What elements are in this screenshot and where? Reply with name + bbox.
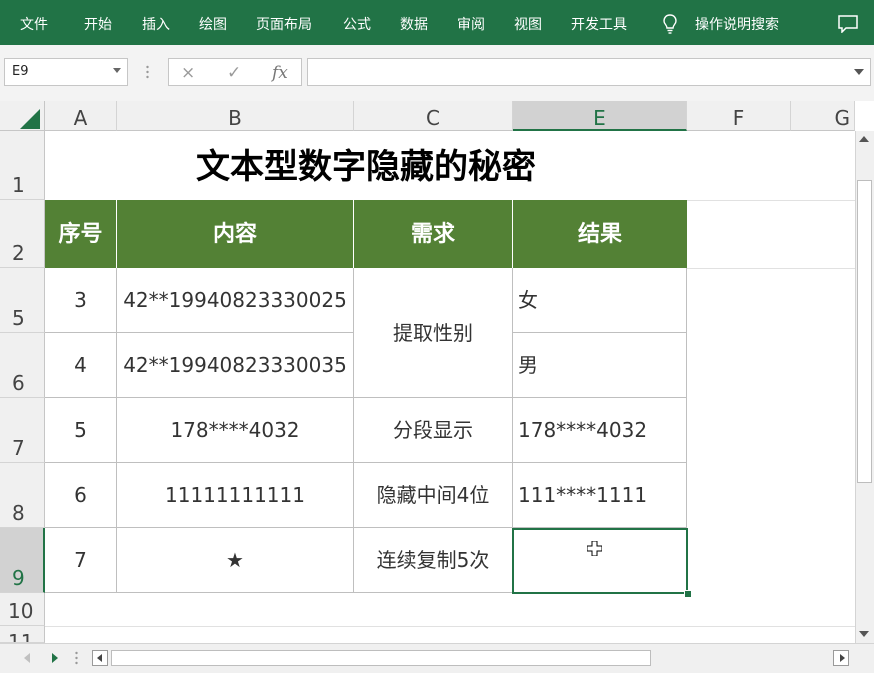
scroll-left-icon xyxy=(97,654,102,662)
row-header-5[interactable]: 5 xyxy=(0,268,45,333)
cell-a7[interactable]: 5 xyxy=(45,398,117,463)
sheet-title[interactable]: 文本型数字隐藏的秘密 xyxy=(46,131,686,200)
tab-home[interactable]: 开始 xyxy=(84,0,112,45)
scroll-up-icon[interactable] xyxy=(859,136,869,142)
cell-b6[interactable]: 42**19940823330035 xyxy=(117,333,354,398)
next-sheet-icon[interactable] xyxy=(52,653,58,663)
row-header-1[interactable]: 1 xyxy=(0,131,45,200)
vertical-scroll-thumb[interactable] xyxy=(857,180,872,483)
gridline xyxy=(45,626,855,627)
cell-b8[interactable]: 11111111111 xyxy=(117,463,354,528)
cell-b5[interactable]: 42**19940823330025 xyxy=(117,268,354,333)
column-header-a[interactable]: A xyxy=(45,101,117,131)
divider-dots-icon[interactable] xyxy=(75,651,78,665)
row-header-6[interactable]: 6 xyxy=(0,333,45,398)
scroll-down-icon[interactable] xyxy=(859,631,869,637)
cell-a9[interactable]: 7 xyxy=(45,528,117,593)
tab-page-layout[interactable]: 页面布局 xyxy=(256,0,312,45)
select-all-icon xyxy=(20,109,40,129)
cell-e8[interactable]: 111****1111 xyxy=(513,463,687,528)
ribbon: 文件 开始 插入 绘图 页面布局 公式 数据 审阅 视图 开发工具 操作说明搜索 xyxy=(0,0,874,45)
cell-b9[interactable]: ★ xyxy=(117,528,354,593)
cell-c5-merged[interactable]: 提取性别 xyxy=(354,268,513,398)
prev-sheet-icon[interactable] xyxy=(24,653,30,663)
cell-a5[interactable]: 3 xyxy=(45,268,117,333)
lightbulb-icon xyxy=(663,14,677,34)
formula-input[interactable] xyxy=(307,58,871,86)
scroll-left-button[interactable] xyxy=(92,650,108,666)
gridline xyxy=(687,268,855,269)
column-header-c[interactable]: C xyxy=(354,101,513,131)
active-cell-border xyxy=(512,528,688,594)
cancel-icon[interactable]: × xyxy=(181,63,195,83)
cell-c8[interactable]: 隐藏中间4位 xyxy=(354,463,513,528)
tab-developer[interactable]: 开发工具 xyxy=(571,0,627,45)
enter-icon[interactable]: ✓ xyxy=(227,63,241,83)
tell-me-search[interactable]: 操作说明搜索 xyxy=(695,0,779,45)
insert-function-icon[interactable]: fx xyxy=(272,63,288,83)
cell-c7[interactable]: 分段显示 xyxy=(354,398,513,463)
tab-review[interactable]: 审阅 xyxy=(457,0,485,45)
column-header-e[interactable]: E xyxy=(513,101,687,131)
scroll-right-button[interactable] xyxy=(833,650,849,666)
cell-e7[interactable]: 178****4032 xyxy=(513,398,687,463)
column-header-g[interactable]: G xyxy=(791,101,855,131)
header-seq[interactable]: 序号 xyxy=(45,200,117,268)
drag-handle-icon[interactable] xyxy=(146,64,149,80)
cell-a8[interactable]: 6 xyxy=(45,463,117,528)
scroll-right-icon xyxy=(840,654,845,662)
header-need[interactable]: 需求 xyxy=(354,200,513,268)
tab-view[interactable]: 视图 xyxy=(514,0,542,45)
row-header-9[interactable]: 9 xyxy=(0,528,45,593)
chevron-down-icon[interactable] xyxy=(113,68,121,73)
cell-a6[interactable]: 4 xyxy=(45,333,117,398)
header-result[interactable]: 结果 xyxy=(513,200,687,268)
row-header-11[interactable]: 11 xyxy=(0,626,45,643)
tab-formulas[interactable]: 公式 xyxy=(343,0,371,45)
row-header-7[interactable]: 7 xyxy=(0,398,45,463)
row-header-8[interactable]: 8 xyxy=(0,463,45,528)
horizontal-scroll-thumb[interactable] xyxy=(111,650,651,666)
fill-handle[interactable] xyxy=(684,590,692,598)
cell-c9[interactable]: 连续复制5次 xyxy=(354,528,513,593)
tab-file[interactable]: 文件 xyxy=(20,0,48,45)
cell-e6[interactable]: 男 xyxy=(513,333,687,398)
cell-cursor-icon xyxy=(587,541,602,556)
select-all-corner[interactable] xyxy=(0,101,45,131)
tab-insert[interactable]: 插入 xyxy=(142,0,170,45)
header-content[interactable]: 内容 xyxy=(117,200,354,268)
tab-data[interactable]: 数据 xyxy=(400,0,428,45)
name-box[interactable]: E9 xyxy=(4,58,128,86)
cell-b7[interactable]: 178****4032 xyxy=(117,398,354,463)
column-header-f[interactable]: F xyxy=(687,101,791,131)
row-header-10[interactable]: 10 xyxy=(0,593,45,626)
comment-icon[interactable] xyxy=(838,15,858,33)
expand-formula-icon[interactable] xyxy=(854,69,864,75)
formula-buttons: × ✓ fx xyxy=(168,58,302,86)
cell-e5[interactable]: 女 xyxy=(513,268,687,333)
name-box-value: E9 xyxy=(12,64,29,79)
column-header-b[interactable]: B xyxy=(117,101,354,131)
row-header-2[interactable]: 2 xyxy=(0,200,45,268)
tab-draw[interactable]: 绘图 xyxy=(199,0,227,45)
